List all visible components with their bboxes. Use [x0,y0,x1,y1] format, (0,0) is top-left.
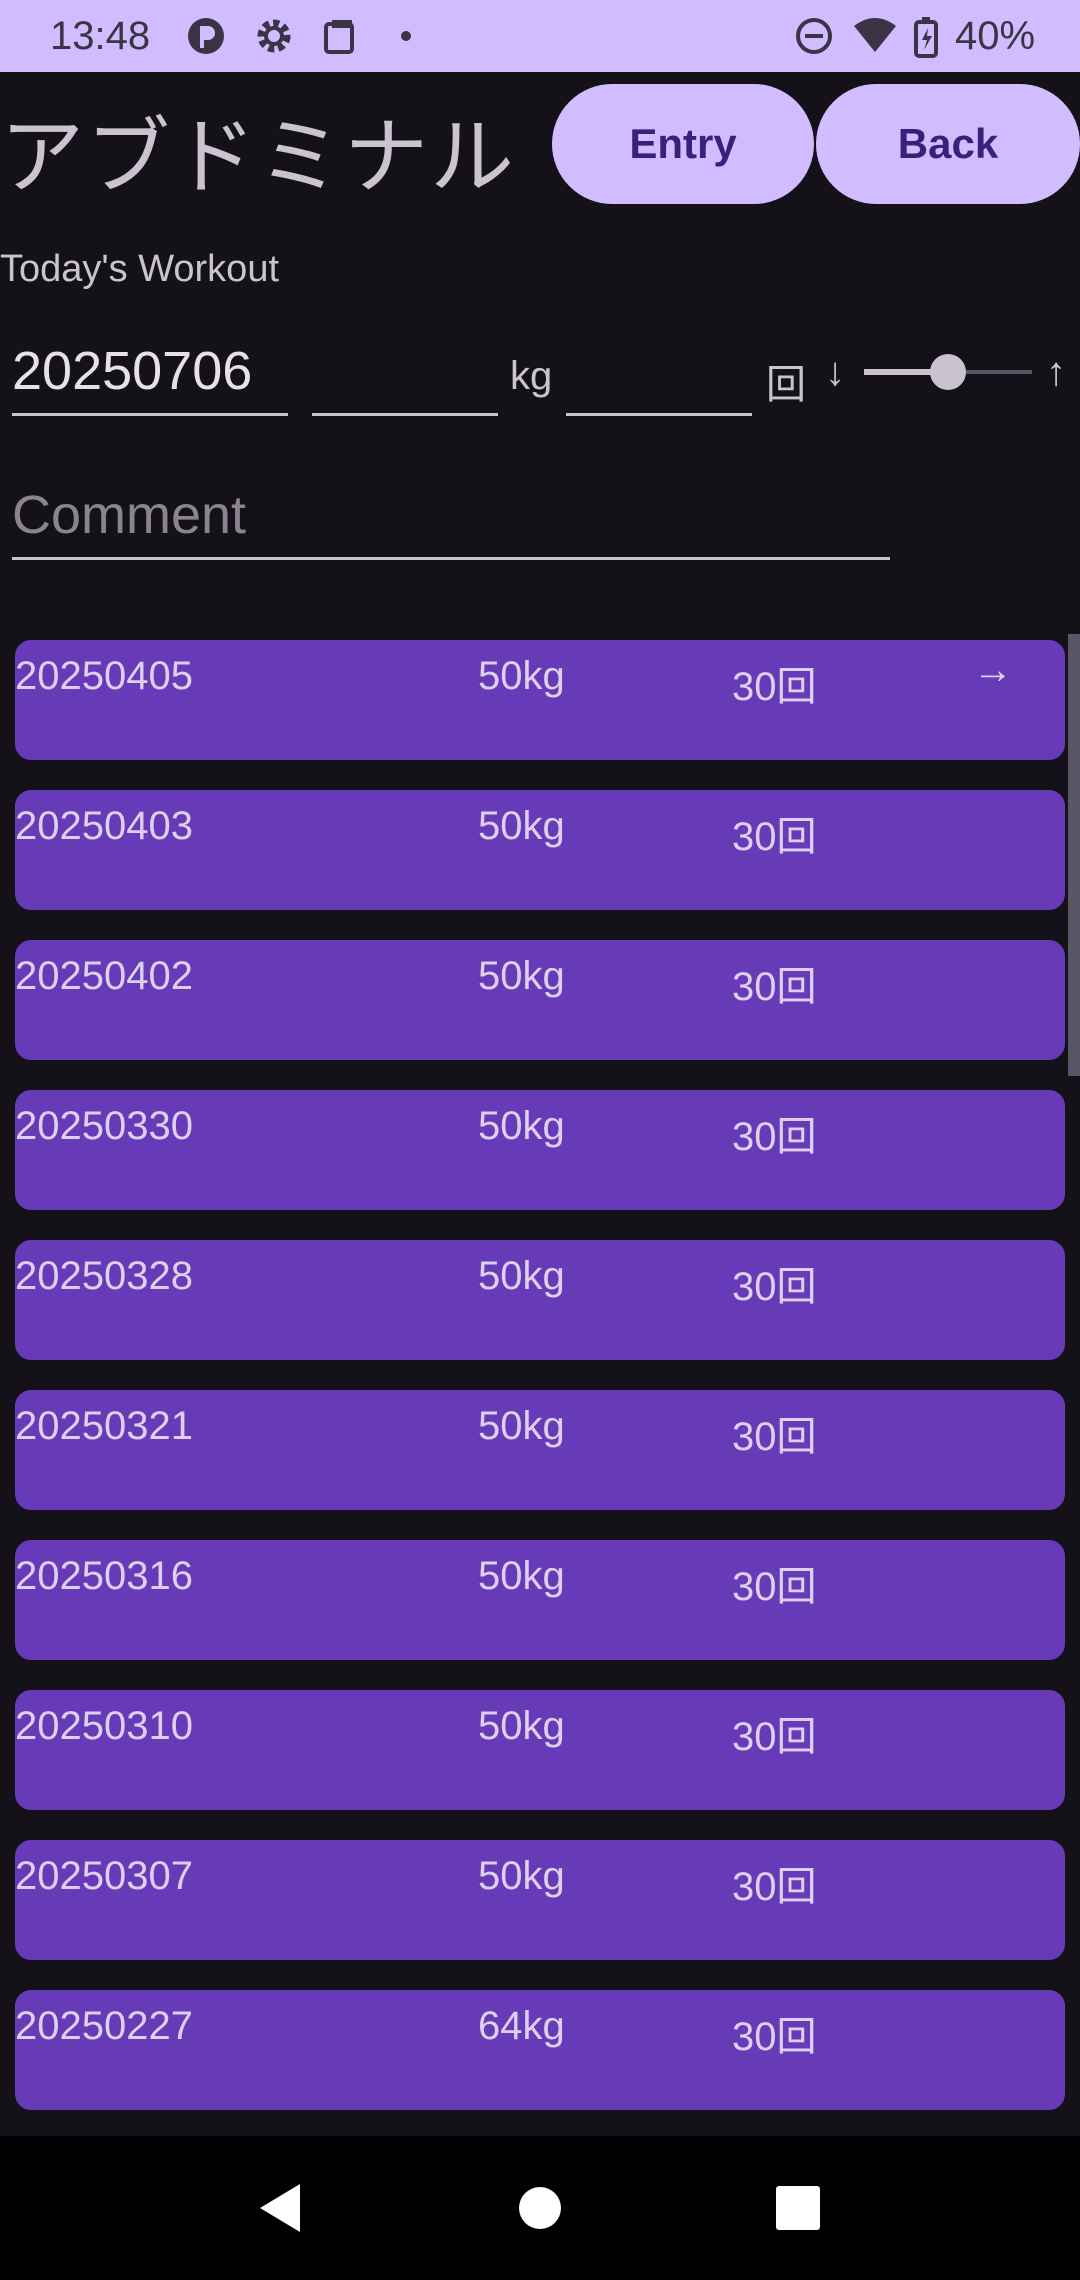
page-title: アブドミナル [0,108,517,206]
history-date: 20250321 [15,1404,193,1448]
back-triangle-icon[interactable] [256,2182,304,2234]
history-row[interactable]: 20250402 50kg 30回 [15,940,1065,1060]
history-row[interactable]: 20250227 64kg 30回 [15,1990,1065,2110]
status-time: 13:48 [50,14,151,58]
weight-unit: kg [510,354,553,398]
sort-up-icon: ↑ [1046,350,1066,394]
gear-icon [257,19,291,53]
history-weight: 50kg [478,1104,565,1148]
history-date: 20250402 [15,954,193,998]
history-date: 20250227 [15,2004,193,2048]
battery-icon [914,17,938,58]
reps-unit: 回 [766,363,806,407]
sort-down-icon: ↓ [825,350,845,394]
history-date: 20250405 [15,654,193,698]
app-icon [188,18,224,54]
history-weight: 50kg [478,1704,565,1748]
history-row[interactable]: 20250405 50kg 30回 → [15,640,1065,760]
history-reps: 30回 [732,1415,817,1459]
weight-field[interactable] [312,290,498,416]
reps-field[interactable] [566,290,752,416]
entry-button[interactable]: Entry [552,84,814,204]
history-weight: 50kg [478,1554,565,1598]
history-row[interactable]: 20250328 50kg 30回 [15,1240,1065,1360]
history-reps: 30回 [732,1265,817,1309]
history-weight: 50kg [478,954,565,998]
history-weight: 50kg [478,804,565,848]
history-row[interactable]: 20250310 50kg 30回 [15,1690,1065,1810]
history-row[interactable]: 20250321 50kg 30回 [15,1390,1065,1510]
back-button[interactable]: Back [816,84,1080,204]
history-reps: 30回 [732,1715,817,1759]
slider-thumb[interactable] [930,354,966,390]
history-reps: 30回 [732,2015,817,2059]
home-circle-icon[interactable] [518,2186,562,2230]
recents-square-icon[interactable] [776,2186,820,2230]
history-date: 20250330 [15,1104,193,1148]
do-not-disturb-icon [796,18,832,54]
history-date: 20250328 [15,1254,193,1298]
history-date: 20250316 [15,1554,193,1598]
date-value: 20250706 [12,341,253,401]
history-row[interactable]: 20250403 50kg 30回 [15,790,1065,910]
history-reps: 30回 [732,1115,817,1159]
history-reps: 30回 [732,815,817,859]
comment-placeholder: Comment [12,485,247,545]
clipboard-icon [324,20,354,54]
history-weight: 64kg [478,2004,565,2048]
battery-percent: 40% [955,14,1036,58]
history-weight: 50kg [478,1254,565,1298]
history-date: 20250310 [15,1704,193,1748]
arrow-right-icon[interactable]: → [973,648,1013,693]
history-reps: 30回 [732,1865,817,1909]
status-bar: 13:48 40% [0,0,1080,72]
history-reps: 30回 [732,965,817,1009]
history-reps: 30回 [732,665,817,709]
history-row[interactable]: 20250330 50kg 30回 [15,1090,1065,1210]
history-date: 20250403 [15,804,193,848]
navigation-bar [0,2136,1080,2280]
history-weight: 50kg [478,1404,565,1448]
dot-icon [401,31,411,41]
list-scrollbar[interactable] [1068,634,1080,1076]
history-row[interactable]: 20250316 50kg 30回 [15,1540,1065,1660]
section-label: Today's Workout [0,248,280,290]
history-weight: 50kg [478,654,565,698]
history-weight: 50kg [478,1854,565,1898]
history-date: 20250307 [15,1854,193,1898]
history-reps: 30回 [732,1565,817,1609]
wifi-icon [854,18,896,52]
history-row[interactable]: 20250307 50kg 30回 [15,1840,1065,1960]
